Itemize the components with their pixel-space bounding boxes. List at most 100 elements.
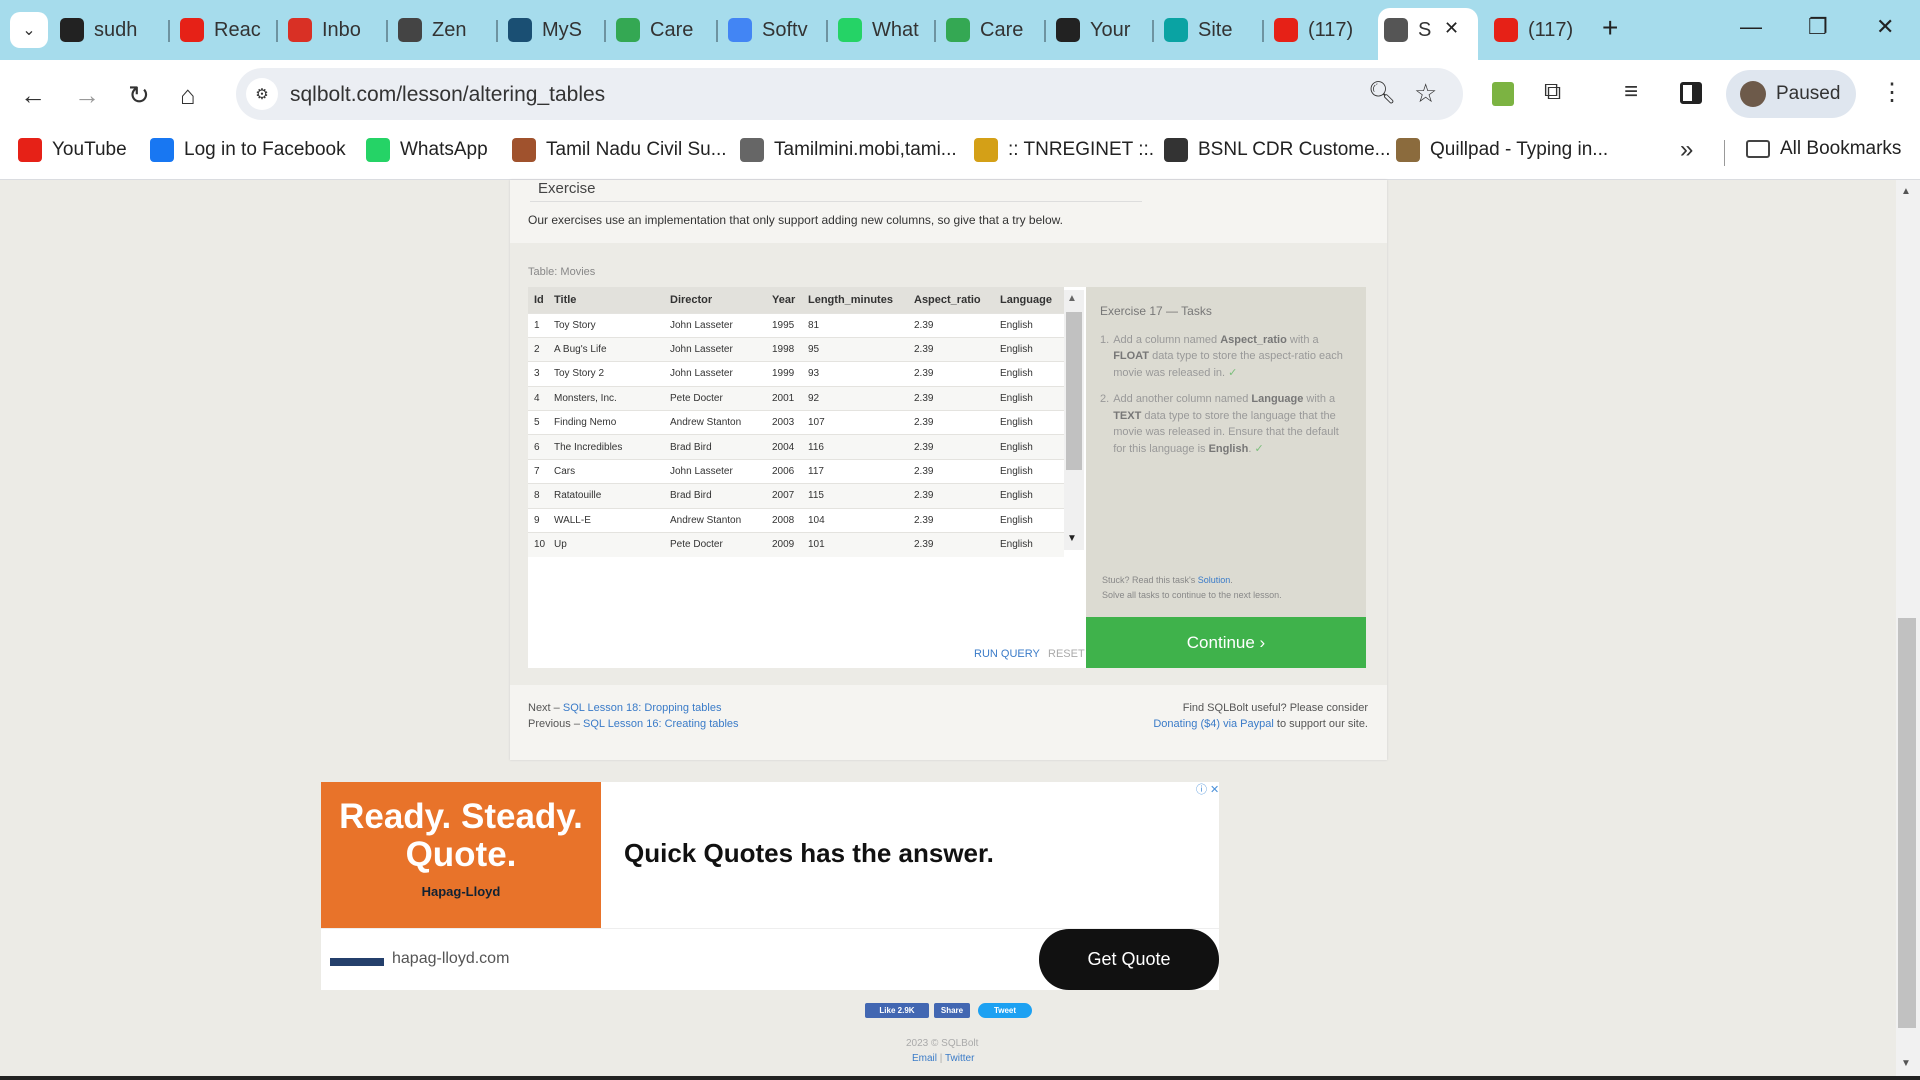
table-cell: Brad Bird [664,434,766,460]
menu-icon[interactable]: ⋮ [1880,78,1904,107]
column-header: Language [994,287,1064,313]
tab-title: Care [980,18,1024,41]
tab-separator [826,20,828,42]
page-scroll-down-icon[interactable]: ▼ [1901,1058,1911,1069]
tab-title: Site [1198,18,1233,41]
tab-11[interactable]: Site [1164,10,1254,50]
table-cell: Up [548,532,664,557]
scroll-up-arrow-icon[interactable]: ▲ [1067,293,1077,304]
database-icon [1384,18,1408,42]
gmail-icon [288,18,312,42]
table-cell: 2.39 [908,483,994,509]
table-cell: 7 [528,458,548,484]
github-icon [1056,18,1080,42]
tab-separator [1152,20,1154,42]
tab-12[interactable]: (117) [1274,10,1364,50]
diamond-icon [1164,18,1188,42]
bookmark-item[interactable]: Tamil Nadu Civil Su... [512,138,727,162]
bookmark-star-icon[interactable]: ☆ [1414,78,1437,109]
profile-button[interactable]: Paused [1726,70,1856,118]
forward-button[interactable]: → [74,80,100,111]
bookmark-item[interactable]: BSNL CDR Custome... [1164,138,1391,162]
tab-title: Reac [214,18,261,41]
next-lesson-link[interactable]: SQL Lesson 18: Dropping tables [563,702,722,714]
tab-separator [604,20,606,42]
table-row: 2A Bug's Life John Lasseter 1998 95 2.39 Engl… [528,336,1064,362]
bookmark-item[interactable]: YouTube [18,138,127,162]
reset-button[interactable]: RESET [1048,648,1085,660]
table-header-row: Id Title Director Year Length_minutes Aspect_… [528,287,1064,313]
extension-icon[interactable] [1492,82,1514,106]
previous-lesson-link[interactable]: SQL Lesson 16: Creating tables [583,718,739,730]
tab-8[interactable]: What [838,10,928,50]
media-control-icon[interactable]: ≡ [1624,78,1638,106]
tab-search-button[interactable]: ⌄ [10,12,48,48]
docs-icon [728,18,752,42]
tab-2[interactable]: Reac [180,10,270,50]
tab-6[interactable]: Care [616,10,706,50]
tab-7[interactable]: Softv [728,10,818,50]
zoom-icon[interactable]: 🔍︎ [1368,80,1396,106]
reload-button[interactable]: ↻ [128,80,150,111]
tab-title: What [872,18,919,41]
table-cell: The Incredibles [548,434,664,460]
get-quote-button[interactable]: Get Quote [1039,929,1219,990]
tab-3[interactable]: Inbo [288,10,378,50]
tab-separator [1262,20,1264,42]
ad-image[interactable]: Ready. Steady. Quote. Hapag-Lloyd [321,782,601,928]
home-button[interactable]: ⌂ [180,80,196,111]
maximize-button[interactable]: ❐ [1808,14,1828,40]
close-window-button[interactable]: ✕ [1876,14,1894,40]
facebook-like-button[interactable]: Like 2.9K [865,1003,929,1018]
tab-9[interactable]: Care [946,10,1036,50]
page-scrollbar-thumb[interactable] [1898,618,1916,1028]
site-info-icon[interactable]: ⚙ [246,78,278,110]
tab-1[interactable]: sudh [60,10,150,50]
tab-10[interactable]: Your [1056,10,1146,50]
close-tab-icon[interactable]: ✕ [1444,18,1459,39]
email-link[interactable]: Email [912,1053,937,1064]
tab-5[interactable]: MyS [508,10,598,50]
bookmark-icon [18,138,42,162]
donate-link[interactable]: Donating ($4) via Paypal [1153,718,1273,730]
table-cell: John Lasseter [664,336,766,362]
run-query-button[interactable]: RUN QUERY [974,648,1040,660]
bookmark-item[interactable]: Log in to Facebook [150,138,346,162]
page-scroll-up-icon[interactable]: ▲ [1901,186,1911,197]
bookmark-item[interactable]: Quillpad - Typing in... [1396,138,1608,162]
tab-title: Softv [762,18,808,41]
extensions-puzzle-icon[interactable]: ⧉ [1544,78,1561,106]
back-button[interactable]: ← [20,80,46,111]
table-cell: 1 [528,312,548,338]
table-cell: Ratatouille [548,483,664,509]
ad-domain[interactable]: hapag-lloyd.com [392,950,509,968]
bookmark-item[interactable]: WhatsApp [366,138,488,162]
side-panel-icon[interactable] [1680,82,1702,104]
bookmark-item[interactable]: Tamilmini.mobi,tami... [740,138,957,162]
all-bookmarks-button[interactable]: All Bookmarks [1746,138,1901,160]
bookmark-label: Log in to Facebook [184,139,346,160]
solution-link[interactable]: Solution [1198,575,1231,585]
table-cell: 117 [802,458,908,484]
new-tab-button[interactable]: + [1602,12,1618,44]
column-header: Title [548,287,664,313]
ad-info-icon[interactable]: ⓘ ✕ [1196,781,1219,797]
tab-14[interactable]: (117) [1494,10,1584,50]
scroll-down-arrow-icon[interactable]: ▼ [1067,533,1077,544]
url-text[interactable]: sqlbolt.com/lesson/altering_tables [290,83,605,107]
bookmark-item[interactable]: :: TNREGINET ::. [974,138,1154,162]
tab-separator [934,20,936,42]
minimize-button[interactable]: — [1740,14,1762,40]
more-bookmarks-button[interactable]: » [1680,136,1693,164]
column-header: Id [528,287,548,313]
table-cell: 2.39 [908,385,994,411]
tab-13[interactable]: S [1384,10,1444,50]
facebook-share-button[interactable]: Share [934,1003,970,1018]
tab-4[interactable]: Zen [398,10,488,50]
table-scrollbar-thumb[interactable] [1066,312,1082,470]
tweet-button[interactable]: Tweet [978,1003,1032,1018]
continue-button[interactable]: Continue › [1086,617,1366,668]
table-cell: 2.39 [908,410,994,435]
twitter-link[interactable]: Twitter [945,1053,974,1064]
table-cell: Brad Bird [664,483,766,509]
